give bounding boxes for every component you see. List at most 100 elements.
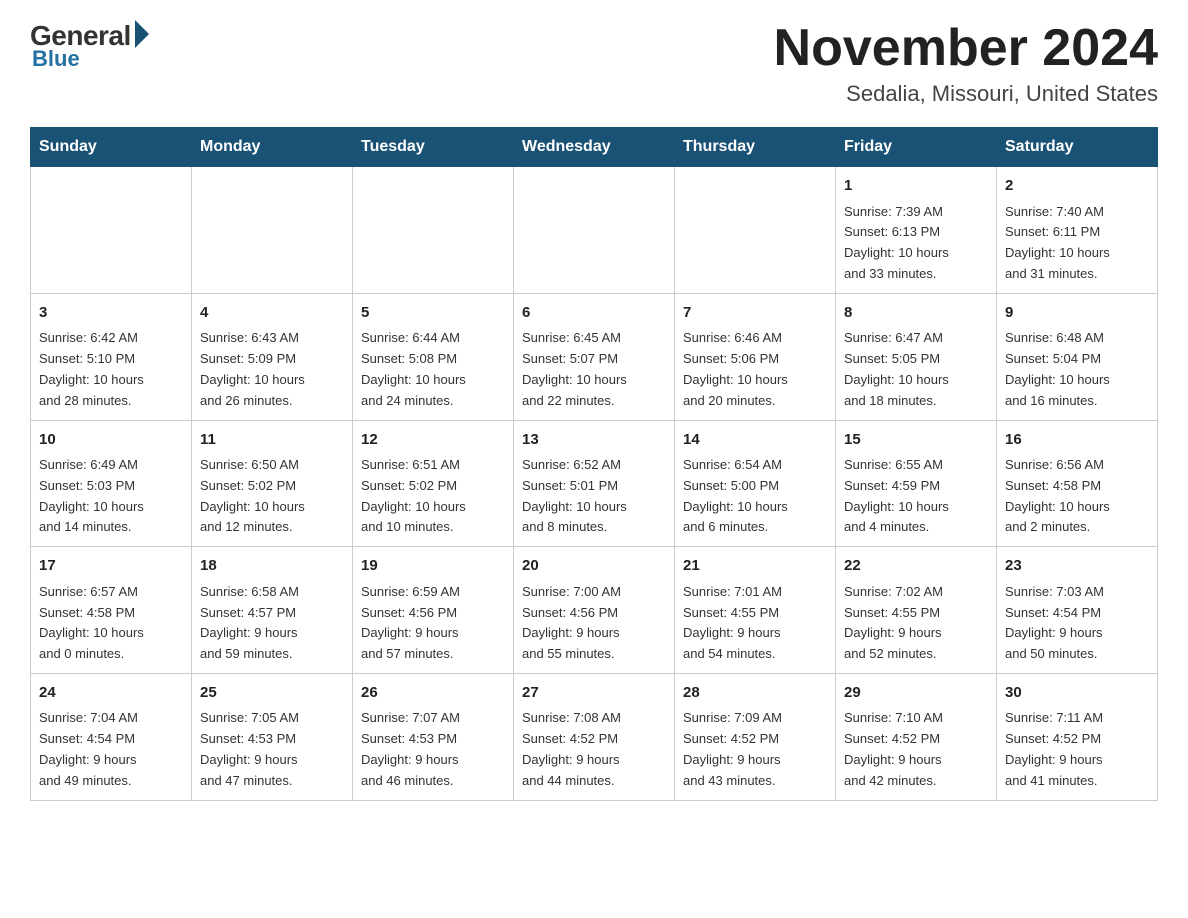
- day-number: 29: [844, 682, 988, 705]
- day-number: 18: [200, 555, 344, 578]
- calendar-cell: [31, 167, 192, 294]
- day-number: 28: [683, 682, 827, 705]
- weekday-header-monday: Monday: [192, 128, 353, 167]
- day-number: 6: [522, 302, 666, 325]
- calendar-cell: 27 Sunrise: 7:08 AM Sunset: 4:52 PM Dayli…: [514, 673, 675, 800]
- day-number: 19: [361, 555, 505, 578]
- calendar-cell: 24 Sunrise: 7:04 AM Sunset: 4:54 PM Dayli…: [31, 673, 192, 800]
- calendar-cell: [675, 167, 836, 294]
- day-number: 14: [683, 429, 827, 452]
- calendar-cell: 11 Sunrise: 6:50 AM Sunset: 5:02 PM Dayli…: [192, 420, 353, 547]
- calendar-week-row: 3 Sunrise: 6:42 AM Sunset: 5:10 PM Daylig…: [31, 293, 1158, 420]
- logo-blue-text: Blue: [32, 46, 80, 72]
- calendar-cell: 25 Sunrise: 7:05 AM Sunset: 4:53 PM Dayli…: [192, 673, 353, 800]
- day-number: 8: [844, 302, 988, 325]
- day-number: 24: [39, 682, 183, 705]
- day-number: 16: [1005, 429, 1149, 452]
- day-info: Sunrise: 6:47 AM Sunset: 5:05 PM Dayligh…: [844, 328, 988, 411]
- calendar-cell: 22Sunrise: 7:02 AM Sunset: 4:55 PM Dayli…: [836, 547, 997, 674]
- day-number: 26: [361, 682, 505, 705]
- day-info: Sunrise: 6:56 AM Sunset: 4:58 PM Dayligh…: [1005, 455, 1149, 538]
- weekday-header-friday: Friday: [836, 128, 997, 167]
- day-info: Sunrise: 7:05 AM Sunset: 4:53 PM Dayligh…: [200, 708, 344, 791]
- day-number: 25: [200, 682, 344, 705]
- day-info: Sunrise: 6:54 AM Sunset: 5:00 PM Dayligh…: [683, 455, 827, 538]
- calendar-cell: 9Sunrise: 6:48 AM Sunset: 5:04 PM Daylig…: [997, 293, 1158, 420]
- calendar-cell: 2 Sunrise: 7:40 AM Sunset: 6:11 PM Daylig…: [997, 167, 1158, 294]
- calendar-cell: [514, 167, 675, 294]
- day-info: Sunrise: 6:44 AM Sunset: 5:08 PM Dayligh…: [361, 328, 505, 411]
- weekday-header-thursday: Thursday: [675, 128, 836, 167]
- calendar-cell: 26 Sunrise: 7:07 AM Sunset: 4:53 PM Dayli…: [353, 673, 514, 800]
- calendar-cell: 1 Sunrise: 7:39 AM Sunset: 6:13 PM Daylig…: [836, 167, 997, 294]
- day-info: Sunrise: 6:51 AM Sunset: 5:02 PM Dayligh…: [361, 455, 505, 538]
- day-number: 7: [683, 302, 827, 325]
- calendar-cell: 6 Sunrise: 6:45 AM Sunset: 5:07 PM Daylig…: [514, 293, 675, 420]
- day-number: 11: [200, 429, 344, 452]
- calendar-cell: 20 Sunrise: 7:00 AM Sunset: 4:56 PM Dayli…: [514, 547, 675, 674]
- day-number: 1: [844, 175, 988, 198]
- weekday-header-wednesday: Wednesday: [514, 128, 675, 167]
- day-info: Sunrise: 6:45 AM Sunset: 5:07 PM Dayligh…: [522, 328, 666, 411]
- day-number: 22: [844, 555, 988, 578]
- calendar-cell: 30Sunrise: 7:11 AM Sunset: 4:52 PM Dayli…: [997, 673, 1158, 800]
- day-number: 5: [361, 302, 505, 325]
- weekday-header-tuesday: Tuesday: [353, 128, 514, 167]
- day-number: 21: [683, 555, 827, 578]
- calendar-cell: 12 Sunrise: 6:51 AM Sunset: 5:02 PM Dayli…: [353, 420, 514, 547]
- calendar-header-row: SundayMondayTuesdayWednesdayThursdayFrid…: [31, 128, 1158, 167]
- day-number: 9: [1005, 302, 1149, 325]
- day-info: Sunrise: 7:04 AM Sunset: 4:54 PM Dayligh…: [39, 708, 183, 791]
- weekday-header-sunday: Sunday: [31, 128, 192, 167]
- calendar-cell: 29 Sunrise: 7:10 AM Sunset: 4:52 PM Dayli…: [836, 673, 997, 800]
- calendar-cell: [192, 167, 353, 294]
- day-info: Sunrise: 7:10 AM Sunset: 4:52 PM Dayligh…: [844, 708, 988, 791]
- calendar-cell: 21 Sunrise: 7:01 AM Sunset: 4:55 PM Dayli…: [675, 547, 836, 674]
- day-info: Sunrise: 6:52 AM Sunset: 5:01 PM Dayligh…: [522, 455, 666, 538]
- logo-arrow-icon: [135, 20, 149, 48]
- page-title: November 2024: [774, 20, 1158, 77]
- calendar-cell: 17Sunrise: 6:57 AM Sunset: 4:58 PM Dayli…: [31, 547, 192, 674]
- day-number: 27: [522, 682, 666, 705]
- day-info: Sunrise: 6:59 AM Sunset: 4:56 PM Dayligh…: [361, 582, 505, 665]
- calendar-week-row: 24 Sunrise: 7:04 AM Sunset: 4:54 PM Dayli…: [31, 673, 1158, 800]
- calendar-cell: 28Sunrise: 7:09 AM Sunset: 4:52 PM Dayli…: [675, 673, 836, 800]
- day-number: 20: [522, 555, 666, 578]
- calendar-week-row: 1 Sunrise: 7:39 AM Sunset: 6:13 PM Daylig…: [31, 167, 1158, 294]
- day-number: 12: [361, 429, 505, 452]
- day-info: Sunrise: 7:00 AM Sunset: 4:56 PM Dayligh…: [522, 582, 666, 665]
- calendar-cell: 19 Sunrise: 6:59 AM Sunset: 4:56 PM Dayli…: [353, 547, 514, 674]
- calendar-cell: 23Sunrise: 7:03 AM Sunset: 4:54 PM Dayli…: [997, 547, 1158, 674]
- day-number: 30: [1005, 682, 1149, 705]
- calendar-cell: 14 Sunrise: 6:54 AM Sunset: 5:00 PM Dayli…: [675, 420, 836, 547]
- day-info: Sunrise: 6:58 AM Sunset: 4:57 PM Dayligh…: [200, 582, 344, 665]
- day-number: 13: [522, 429, 666, 452]
- day-info: Sunrise: 7:01 AM Sunset: 4:55 PM Dayligh…: [683, 582, 827, 665]
- calendar-cell: 15Sunrise: 6:55 AM Sunset: 4:59 PM Dayli…: [836, 420, 997, 547]
- day-info: Sunrise: 6:55 AM Sunset: 4:59 PM Dayligh…: [844, 455, 988, 538]
- calendar-table: SundayMondayTuesdayWednesdayThursdayFrid…: [30, 127, 1158, 800]
- day-number: 3: [39, 302, 183, 325]
- day-info: Sunrise: 7:08 AM Sunset: 4:52 PM Dayligh…: [522, 708, 666, 791]
- calendar-cell: 16 Sunrise: 6:56 AM Sunset: 4:58 PM Dayli…: [997, 420, 1158, 547]
- page-subtitle: Sedalia, Missouri, United States: [774, 81, 1158, 107]
- day-info: Sunrise: 7:03 AM Sunset: 4:54 PM Dayligh…: [1005, 582, 1149, 665]
- day-info: Sunrise: 7:39 AM Sunset: 6:13 PM Dayligh…: [844, 202, 988, 285]
- day-number: 2: [1005, 175, 1149, 198]
- day-number: 10: [39, 429, 183, 452]
- day-info: Sunrise: 6:50 AM Sunset: 5:02 PM Dayligh…: [200, 455, 344, 538]
- calendar-cell: 18 Sunrise: 6:58 AM Sunset: 4:57 PM Dayli…: [192, 547, 353, 674]
- calendar-cell: 7Sunrise: 6:46 AM Sunset: 5:06 PM Daylig…: [675, 293, 836, 420]
- calendar-cell: [353, 167, 514, 294]
- calendar-week-row: 17Sunrise: 6:57 AM Sunset: 4:58 PM Dayli…: [31, 547, 1158, 674]
- calendar-cell: 10 Sunrise: 6:49 AM Sunset: 5:03 PM Dayli…: [31, 420, 192, 547]
- day-info: Sunrise: 7:07 AM Sunset: 4:53 PM Dayligh…: [361, 708, 505, 791]
- day-number: 17: [39, 555, 183, 578]
- day-info: Sunrise: 6:42 AM Sunset: 5:10 PM Dayligh…: [39, 328, 183, 411]
- title-area: November 2024 Sedalia, Missouri, United …: [774, 20, 1158, 107]
- day-info: Sunrise: 7:40 AM Sunset: 6:11 PM Dayligh…: [1005, 202, 1149, 285]
- day-info: Sunrise: 6:49 AM Sunset: 5:03 PM Dayligh…: [39, 455, 183, 538]
- calendar-cell: 8 Sunrise: 6:47 AM Sunset: 5:05 PM Daylig…: [836, 293, 997, 420]
- calendar-cell: 5 Sunrise: 6:44 AM Sunset: 5:08 PM Daylig…: [353, 293, 514, 420]
- weekday-header-saturday: Saturday: [997, 128, 1158, 167]
